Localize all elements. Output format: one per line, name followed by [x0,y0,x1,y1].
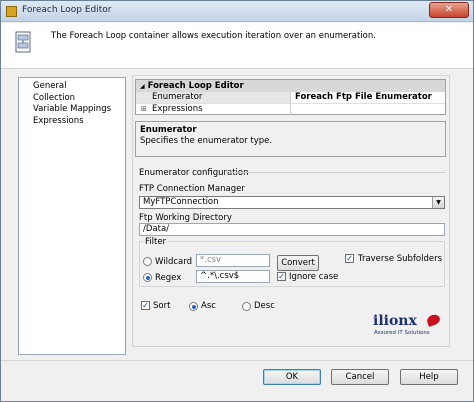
property-name: Expressions [136,104,291,115]
wildcard-label: Wildcard [155,257,192,267]
property-grid: ◢ Foreach Loop Editor Enumerator Foreach … [135,79,446,115]
sort-label: Sort [153,301,171,311]
close-button[interactable]: ✕ [429,2,469,18]
ftp-directory-label: Ftp Working Directory [139,213,232,223]
wildcard-input[interactable]: *.csv [196,254,270,267]
ftp-connection-select[interactable]: MyFTPConnection ▼ [139,196,445,209]
regex-input[interactable]: ^.*\.csv$ [196,270,270,283]
property-name: Enumerator [136,92,291,103]
description-text: Specifies the enumerator type. [140,136,273,146]
navigation-list: General Collection Variable Mappings Exp… [18,77,126,355]
foreach-loop-editor-window: Foreach Loop Editor ✕ The Foreach Loop c… [0,0,474,402]
header-description: The Foreach Loop container allows execut… [51,31,376,41]
sort-checkbox[interactable]: ✓ [141,301,150,310]
logo-mark-icon [425,313,442,327]
property-category[interactable]: ◢ Foreach Loop Editor [136,80,445,92]
header-panel: The Foreach Loop container allows execut… [1,23,473,69]
traverse-subfolders-label: Traverse Subfolders [358,254,443,264]
enumerator-config-label: Enumerator configuration [139,168,249,178]
loop-container-icon [15,31,31,53]
ftp-connection-label: FTP Connection Manager [139,184,245,194]
filter-label: Filter [143,237,169,247]
ok-button[interactable]: OK [263,369,321,385]
desc-label: Desc [254,301,275,311]
collection-page-frame [132,75,450,347]
help-button[interactable]: Help [400,369,458,385]
property-row-expressions[interactable]: ⊞ Expressions [136,103,445,115]
property-row-enumerator[interactable]: Enumerator Foreach Ftp File Enumerator [136,92,445,103]
property-description: Enumerator Specifies the enumerator type… [135,121,446,157]
description-title: Enumerator [140,125,197,135]
regex-label: Regex [155,273,182,283]
property-category-label: Foreach Loop Editor [147,81,244,91]
ilionx-logo: ilionx Assured IT Solutions [373,313,443,339]
property-value[interactable] [292,104,445,115]
collapse-icon[interactable]: ◢ [140,83,145,90]
title-bar[interactable]: Foreach Loop Editor ✕ [1,1,473,22]
traverse-subfolders-checkbox[interactable]: ✓ [345,254,354,263]
app-icon [6,6,17,17]
logo-tagline: Assured IT Solutions [374,330,430,336]
wildcard-radio[interactable] [143,257,152,266]
ignore-case-label: Ignore case [289,272,339,282]
ftp-connection-value: MyFTPConnection [143,197,219,207]
asc-radio[interactable] [189,302,198,311]
window-title: Foreach Loop Editor [22,5,112,15]
cancel-button[interactable]: Cancel [331,369,389,385]
nav-item-expressions[interactable]: Expressions [33,116,125,128]
footer-divider [1,360,473,361]
nav-item-collection[interactable]: Collection [33,93,125,105]
ftp-directory-input[interactable]: /Data/ [139,223,445,236]
convert-button[interactable]: Convert [277,255,319,271]
section-divider [229,172,446,173]
dropdown-arrow-icon[interactable]: ▼ [432,197,444,208]
ignore-case-checkbox[interactable]: ✓ [277,272,286,281]
logo-wordmark: ilionx [373,313,417,329]
nav-item-general[interactable]: General [33,81,125,93]
regex-radio[interactable] [143,273,152,282]
nav-item-variable-mappings[interactable]: Variable Mappings [33,104,125,116]
desc-radio[interactable] [242,302,251,311]
asc-label: Asc [201,301,216,311]
property-value[interactable]: Foreach Ftp File Enumerator [292,92,445,103]
